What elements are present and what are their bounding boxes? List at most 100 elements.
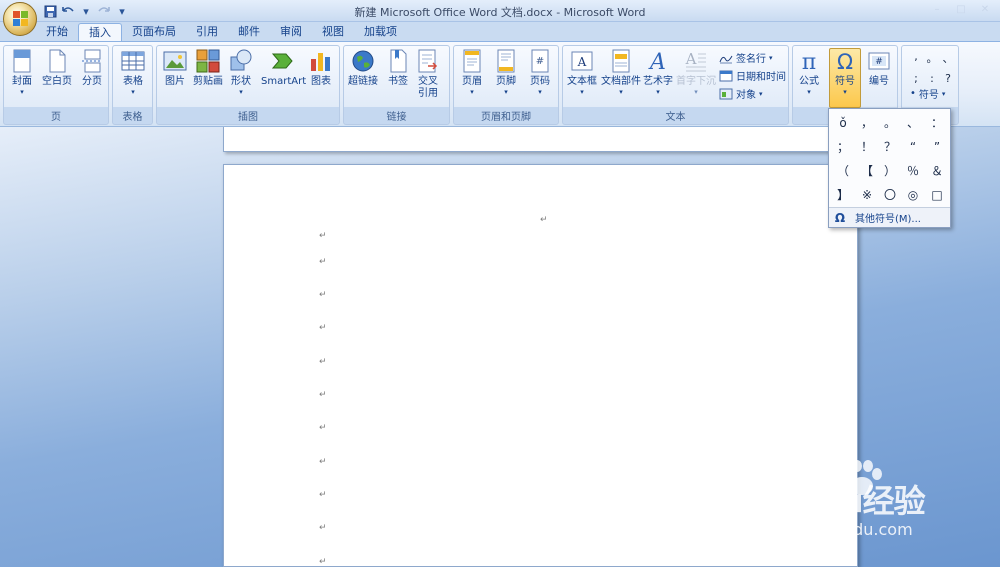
special-symbol-cell[interactable]: ? [940, 72, 956, 85]
group-label-pages: 页 [51, 112, 61, 123]
more-symbols-item[interactable]: Ω 其他符号(M)... [829, 207, 950, 227]
bookmark-icon [386, 49, 410, 73]
tab-references[interactable]: 引用 [186, 23, 228, 42]
paragraph-mark: ↵ [319, 257, 327, 267]
cross-reference-icon [416, 49, 440, 73]
clipart-button[interactable]: 剪贴画 [193, 49, 223, 88]
minimize-button[interactable]: – [926, 2, 948, 18]
globe-icon [351, 49, 375, 73]
special-symbol-cell[interactable]: , [908, 50, 924, 66]
blank-page-button[interactable]: 空白页 [42, 49, 72, 88]
symbol-cell[interactable]: ） [878, 159, 902, 183]
paragraph-mark: ↵ [319, 231, 327, 241]
shapes-button[interactable]: 形状 ▾ [229, 49, 253, 96]
pi-icon: π [797, 49, 821, 75]
tab-home[interactable]: 开始 [36, 23, 78, 42]
maximize-button[interactable]: □ [950, 2, 972, 18]
dropcap-button[interactable]: A 首字下沉 ▾ [676, 49, 716, 96]
symbol-button[interactable]: Ω 符号 ▾ [829, 48, 861, 108]
symbol-cell[interactable]: 〇 [878, 183, 902, 207]
datetime-button[interactable]: 日期和时间 [719, 68, 786, 83]
smartart-icon [271, 49, 296, 73]
paragraph-mark: ↵ [319, 557, 327, 567]
paragraph-mark: ↵ [319, 423, 327, 433]
cover-page-button[interactable]: 封面 ▾ [10, 49, 34, 96]
special-symbol-cell[interactable]: : [924, 72, 940, 85]
svg-text:#: # [536, 56, 544, 67]
symbol-cell[interactable]: ＆ [925, 159, 949, 183]
wordart-button[interactable]: A 艺术字 ▾ [643, 49, 673, 96]
tab-review[interactable]: 审阅 [270, 23, 312, 42]
textbox-icon: A [570, 49, 594, 73]
tab-insert[interactable]: 插入 [78, 23, 122, 42]
symbol-cell[interactable]: □ [925, 183, 949, 207]
page-break-icon [80, 49, 104, 73]
signature-line-button[interactable]: 签名行 ▾ [719, 50, 773, 65]
symbol-cell[interactable]: 、 [901, 111, 925, 135]
tab-addins[interactable]: 加载项 [354, 23, 407, 42]
special-symbol-cell[interactable]: ; [908, 72, 924, 85]
header-button[interactable]: 页眉 ▾ [460, 49, 484, 96]
symbol-cell[interactable]: ； [831, 135, 855, 159]
symbol-cell[interactable]: 】 [831, 183, 855, 207]
close-button[interactable]: ✕ [974, 2, 996, 18]
group-text: A 文本框 ▾ 文档部件 ▾ A 艺术字 ▾ A 首字下沉 ▾ 签名行 ▾ 日期和… [562, 45, 789, 125]
svg-text:π: π [802, 50, 816, 73]
paragraph-mark: ↵ [319, 523, 327, 533]
svg-text:Ω: Ω [837, 50, 853, 73]
object-button[interactable]: 对象 ▾ [719, 86, 763, 101]
symbol-cell[interactable]: ” [925, 135, 949, 159]
group-label-illustrations: 插图 [238, 112, 258, 123]
group-tables: 表格 ▾ 表格 [112, 45, 153, 125]
picture-icon [163, 49, 187, 73]
office-button[interactable] [3, 2, 37, 36]
symbol-cell[interactable]: ǒ [831, 111, 855, 135]
group-label-header-footer: 页眉和页脚 [481, 112, 531, 123]
more-symbols-label: 其他符号(M)... [855, 214, 921, 225]
symbol-cell[interactable]: ◎ [901, 183, 925, 207]
tab-mailings[interactable]: 邮件 [228, 23, 270, 42]
symbol-cell[interactable]: 【 [855, 159, 879, 183]
chart-button[interactable]: 图表 [309, 49, 333, 88]
symbol-cell[interactable]: ！ [855, 135, 879, 159]
page-number-button[interactable]: # 页码 ▾ [528, 49, 552, 96]
hyperlink-button[interactable]: 超链接 [348, 49, 378, 88]
symbol-cell[interactable]: ： [925, 111, 949, 135]
textbox-button[interactable]: A 文本框 ▾ [567, 49, 597, 96]
symbol-cell[interactable]: 。 [878, 111, 902, 135]
number-button[interactable]: # 编号 [867, 49, 891, 88]
special-symbol-button[interactable]: • 符号 ▾ [910, 86, 945, 101]
smartart-button[interactable]: SmartArt [261, 49, 306, 88]
symbol-cell[interactable]: “ [901, 135, 925, 159]
table-button[interactable]: 表格 ▾ [121, 49, 145, 96]
svg-text:#: # [875, 57, 883, 67]
bookmark-button[interactable]: 书签 [386, 49, 410, 88]
symbol-cell[interactable]: ， [855, 111, 879, 135]
special-symbol-cell[interactable]: 、 [940, 50, 956, 66]
paragraph-mark: ↵ [540, 215, 548, 225]
document-page-previous [223, 127, 858, 152]
paragraph-mark: ↵ [319, 390, 327, 400]
footer-button[interactable]: 页脚 ▾ [494, 49, 518, 96]
group-label-text: 文本 [665, 112, 686, 123]
cross-reference-button[interactable]: 交叉 引用 [416, 49, 440, 100]
tab-page-layout[interactable]: 页面布局 [122, 23, 186, 42]
document-page[interactable]: ↵ ↵ ↵ ↵ ↵ ↵ ↵ ↵ ↵ ↵ ↵ ↵ [223, 164, 858, 567]
number-icon: # [867, 49, 891, 73]
quick-parts-button[interactable]: 文档部件 ▾ [601, 49, 641, 96]
picture-button[interactable]: 图片 [163, 49, 187, 88]
symbol-cell[interactable]: ％ [901, 159, 925, 183]
tab-view[interactable]: 视图 [312, 23, 354, 42]
symbol-cell[interactable]: ※ [855, 183, 879, 207]
table-icon [121, 49, 145, 73]
dropcap-icon: A [684, 49, 708, 73]
symbol-cell[interactable]: （ [831, 159, 855, 183]
page-break-button[interactable]: 分页 [80, 49, 104, 88]
chart-icon [309, 49, 333, 73]
special-symbol-cell[interactable]: 。 [924, 50, 940, 66]
window-controls: – □ ✕ [926, 2, 996, 18]
ribbon-tab-bar: 开始 插入 页面布局 引用 邮件 审阅 视图 加载项 [0, 22, 1000, 42]
symbol-cell[interactable]: ？ [878, 135, 902, 159]
equation-button[interactable]: π 公式 ▾ [797, 49, 821, 96]
symbol-grid: ǒ ， 。 、 ： ； ！ ？ “ ” （ 【 ） ％ ＆ 】 ※ 〇 ◎ □ [831, 111, 949, 207]
